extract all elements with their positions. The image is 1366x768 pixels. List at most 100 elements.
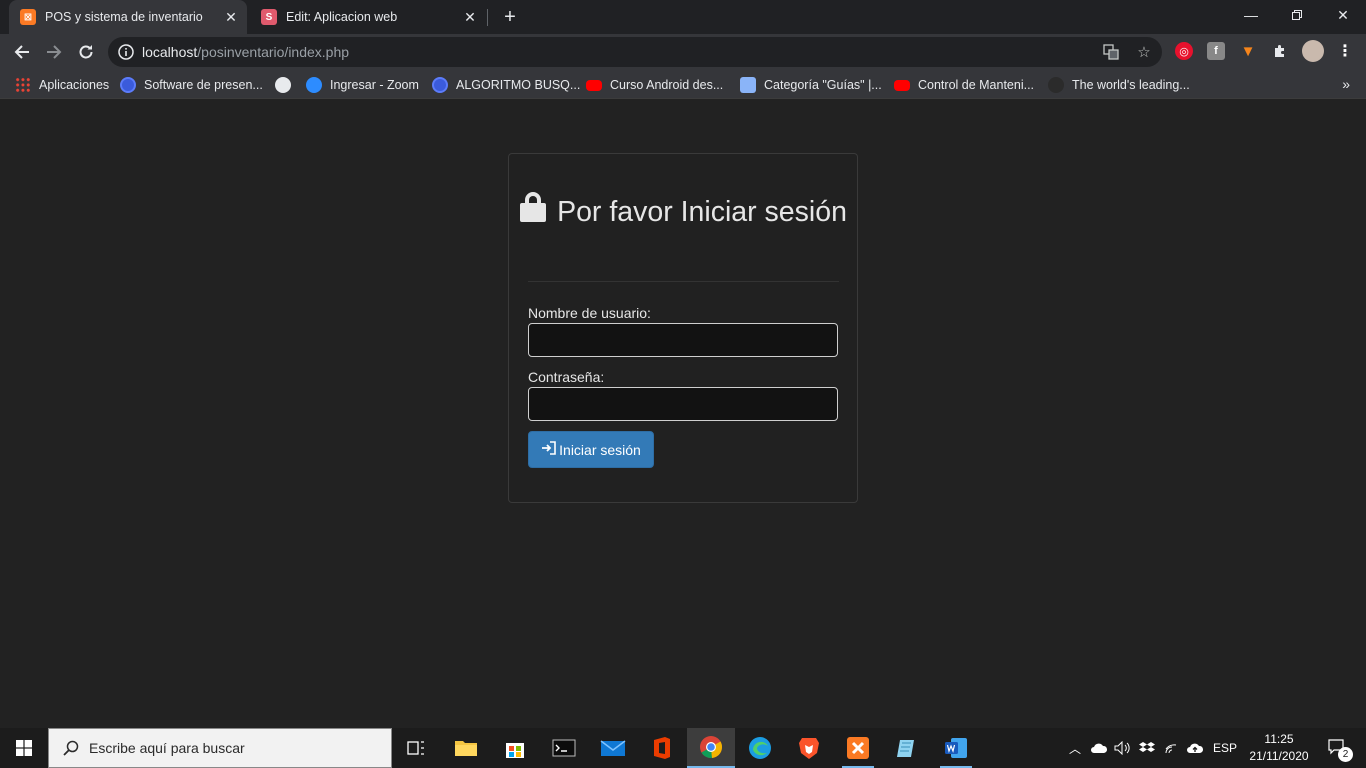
login-button[interactable]: Iniciar sesión [528,431,654,468]
clock-time: 11:25 [1264,732,1294,746]
username-input[interactable] [528,323,838,357]
windows-logo-icon [16,740,32,756]
tab-edit-aplicacion[interactable]: S Edit: Aplicacion web ✕ [250,0,486,34]
browser-menu-icon[interactable]: ⋮ [1336,42,1354,60]
extensions-puzzle-icon[interactable] [1271,42,1289,60]
s-letter-icon: S [261,9,277,25]
restore-icon [1292,10,1302,20]
bookmark-globe[interactable] [275,76,291,94]
site-icon [740,77,756,93]
address-bar[interactable]: localhost/posinventario/index.php ☆ [108,37,1162,67]
terminal-button[interactable] [540,728,588,768]
facebook-extension-icon[interactable]: f [1207,42,1225,60]
login-button-label: Iniciar sesión [559,441,641,458]
url-text: localhost/posinventario/index.php [142,44,349,60]
tab-title: POS y sistema de inventario [45,10,203,24]
metamask-extension-icon[interactable]: ▼ [1239,42,1257,60]
login-title: Por favor Iniciar sesión [509,192,857,229]
login-title-text: Por favor Iniciar sesión [557,196,847,228]
network-icon[interactable] [1160,728,1184,768]
restore-button[interactable] [1274,0,1320,30]
store-button[interactable] [491,728,539,768]
bookmark-label: Aplicaciones [39,78,110,92]
zoom-icon [306,77,322,93]
info-icon[interactable] [118,44,134,60]
profile-avatar[interactable] [1302,40,1324,62]
bookmarks-overflow-button[interactable]: » [1342,76,1350,92]
notifications-button[interactable]: 2 [1318,728,1358,768]
start-button[interactable] [0,728,48,768]
volume-icon[interactable] [1112,728,1134,768]
dropbox-icon[interactable] [1136,728,1158,768]
reload-button[interactable] [72,38,100,66]
store-bag-icon [506,743,524,758]
bookmark-label: Control de Manteni... [918,78,1035,92]
bookmark-label: Curso Android des... [610,78,724,92]
bookmark-aplicaciones[interactable]: Aplicaciones [15,76,109,94]
translate-icon[interactable] [1101,42,1121,62]
terminal-icon [552,739,576,757]
adobe-extension-icon[interactable]: ◎ [1175,42,1193,60]
cloud-upload-icon[interactable] [1184,728,1206,768]
back-arrow-icon [14,45,29,59]
notes-icon [897,740,914,757]
reload-icon [79,45,93,59]
xampp-button[interactable] [834,728,882,768]
bookmark-github[interactable]: The world's leading... [1048,76,1190,94]
clock-date: 21/11/2020 [1249,749,1309,763]
password-input[interactable] [528,387,838,421]
onedrive-icon[interactable] [1088,728,1110,768]
close-tab-icon[interactable]: ✕ [221,7,241,27]
clock[interactable]: 11:25 21/11/2020 [1244,731,1314,765]
file-explorer-button[interactable] [442,728,490,768]
new-tab-button[interactable]: + [498,5,522,29]
youtube-icon [894,79,910,91]
globe-icon [275,77,291,93]
browser-toolbar: localhost/posinventario/index.php ☆ ◎ f … [0,34,1366,70]
bookmark-star-icon[interactable]: ☆ [1134,42,1154,62]
url-path: /posinventario/index.php [197,44,350,60]
page-content: Por favor Iniciar sesión Nombre de usuar… [0,99,1366,728]
bookmark-label: ALGORITMO BUSQ... [456,78,581,92]
minimize-button[interactable]: — [1228,0,1274,30]
task-view-icon [407,741,424,755]
bookmark-zoom[interactable]: Ingresar - Zoom [306,76,419,94]
youtube-icon [586,79,602,91]
bookmark-label: The world's leading... [1072,78,1190,92]
notes-app-button[interactable] [883,728,931,768]
brave-lion-icon [799,738,819,759]
back-button[interactable] [8,38,36,66]
tab-pos-inventario[interactable]: ⊠ POS y sistema de inventario ✕ [9,0,247,34]
forward-button[interactable] [40,38,68,66]
folder-icon [455,741,477,756]
bookmark-algoritmo[interactable]: ALGORITMO BUSQ... [432,76,580,94]
task-view-button[interactable] [392,728,440,768]
apps-grid-icon [15,77,31,93]
mail-icon [600,740,626,756]
taskbar-search[interactable]: Escribe aquí para buscar [48,728,392,768]
xampp-icon: ⊠ [20,9,36,25]
close-window-button[interactable]: ✕ [1320,0,1366,30]
bookmark-control-mantenimiento[interactable]: Control de Manteni... [894,76,1034,94]
mail-button[interactable] [589,728,637,768]
username-label: Nombre de usuario: [528,305,651,321]
bookmark-curso-android[interactable]: Curso Android des... [586,76,723,94]
close-tab-icon[interactable]: ✕ [460,7,480,27]
language-indicator[interactable]: ESP [1210,728,1240,768]
bookmark-categoria[interactable]: Categoría "Guías" |... [740,76,882,94]
divider [528,281,839,282]
forward-arrow-icon [47,45,62,59]
edge-button[interactable] [736,728,784,768]
windows-taskbar: Escribe aquí para buscar ︿ ESP 11:25 21/… [0,728,1366,768]
brave-button[interactable] [785,728,833,768]
office-icon [654,737,670,759]
search-placeholder: Escribe aquí para buscar [89,740,245,756]
office-button[interactable] [638,728,686,768]
login-panel: Por favor Iniciar sesión Nombre de usuar… [508,153,858,503]
chrome-button[interactable] [687,728,735,768]
word-button[interactable] [932,728,980,768]
bookmark-software[interactable]: Software de presen... [120,76,263,94]
url-host: localhost [142,44,198,60]
tab-separator [487,9,488,26]
tray-overflow-icon[interactable]: ︿ [1066,728,1084,768]
